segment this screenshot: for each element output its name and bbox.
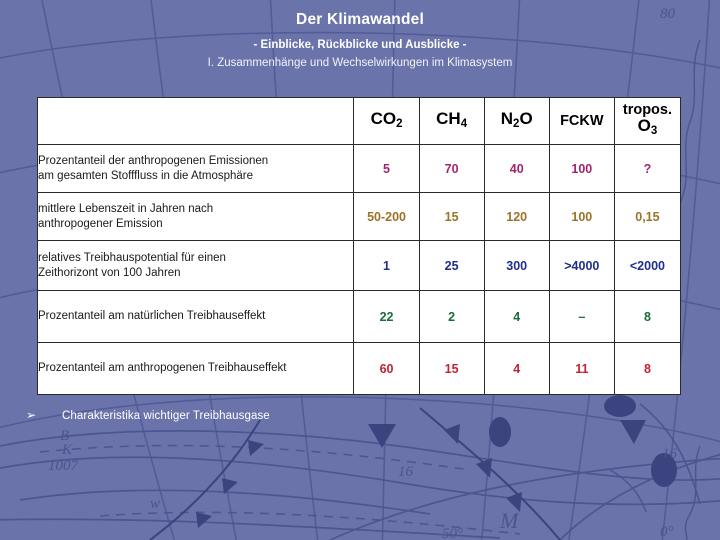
row-label-line-1: mittlere Lebenszeit in Jahren nach (38, 202, 214, 215)
caption: ➢ Charakteristika wichtiger Treibhausgas… (26, 408, 270, 422)
cell-r5-co2: 60 (353, 342, 420, 395)
section-title: I. Zusammenhänge und Wechselwirkungen im… (207, 57, 513, 69)
cell-r3-fckw: >4000 (548, 240, 615, 291)
svg-text:w: w (150, 496, 160, 512)
row-label-line-1: Prozentanteil am natürlichen Treibhausef… (38, 310, 266, 322)
cell-r5-o3: 8 (613, 342, 682, 395)
header-formula-co2: CO (370, 108, 397, 128)
column-header-ch4: CH4 (418, 97, 485, 145)
row-label-anthropogenic-greenhouse-share: Prozentanteil am anthropogenen Treibhaus… (36, 342, 355, 395)
greenhouse-gas-table: CO2 CH4 N2O FCKW tropos. O3 Prozentantei… (36, 97, 682, 395)
table-row: mittlere Lebenszeit in Jahren nach anthr… (36, 192, 682, 241)
svg-text:50°: 50° (442, 526, 463, 540)
cell-r2-co2: 50-200 (353, 192, 420, 241)
title-block: Der Klimawandel - Einblicke, Rückblicke … (0, 10, 720, 72)
cell-r4-ch4: 2 (418, 290, 485, 343)
row-label-relative-gwp: relatives Treibhauspotential für einen Z… (36, 240, 355, 291)
svg-text:16: 16 (662, 446, 678, 462)
cell-r1-co2: 5 (353, 144, 420, 193)
cell-r2-fckw: 100 (548, 192, 615, 241)
cell-r3-ch4: 25 (418, 240, 485, 291)
cell-r5-n2o: 4 (483, 342, 550, 395)
row-label-natural-greenhouse-share: Prozentanteil am natürlichen Treibhausef… (36, 290, 355, 343)
row-label-mean-lifetime: mittlere Lebenszeit in Jahren nach anthr… (36, 192, 355, 241)
cell-r4-fckw: – (548, 290, 615, 343)
header-formula-ch4: CH (436, 108, 461, 128)
row-label-line-2: am gesamten Stofffluss in die Atmosphäre (38, 169, 254, 182)
table-row: relatives Treibhauspotential für einen Z… (36, 240, 682, 291)
cell-r1-ch4: 70 (418, 144, 485, 193)
cell-r4-n2o: 4 (483, 290, 550, 343)
row-label-line-2: anthropogener Emission (38, 217, 163, 230)
column-header-n2o: N2O (483, 97, 550, 145)
svg-text:16: 16 (398, 464, 414, 480)
header-subscript-o3: 3 (650, 125, 658, 137)
column-header-co2: CO2 (353, 97, 420, 145)
row-label-line-1: relatives Treibhauspotential für einen (38, 251, 226, 264)
column-header-tropos-o3: tropos. O3 (613, 97, 682, 145)
header-subscript-co2: 2 (396, 117, 403, 130)
table-row: Prozentanteil am anthropogenen Treibhaus… (36, 342, 682, 395)
svg-text:K: K (61, 442, 73, 458)
header-formula-fckw: FCKW (560, 113, 604, 129)
cell-r3-o3: <2000 (613, 240, 682, 291)
row-label-line-1: Prozentanteil am anthropogenen Treibhaus… (38, 362, 287, 374)
cell-r5-fckw: 11 (548, 342, 615, 395)
table-corner-cell (36, 97, 355, 145)
cell-r2-ch4: 15 (418, 192, 485, 241)
svg-text:1007: 1007 (48, 458, 80, 474)
column-header-fckw: FCKW (548, 97, 615, 145)
table-header-row: CO2 CH4 N2O FCKW tropos. O3 (36, 97, 682, 145)
row-label-anthropogenic-emission-share: Prozentanteil der anthropogenen Emission… (36, 144, 355, 193)
header-suffix-o3: O (637, 116, 651, 135)
slide-canvas: B K 1007 16 16 0° 50° M w 80 Der Klimawa… (0, 0, 720, 540)
table-row: Prozentanteil am natürlichen Treibhausef… (36, 290, 682, 343)
arrow-bullet-icon: ➢ (26, 408, 37, 422)
cell-r2-o3: 0,15 (613, 192, 682, 241)
row-label-line-1: Prozentanteil der anthropogenen Emission… (38, 154, 269, 167)
page-subtitle: - Einblicke, Rückblicke und Ausblicke - (253, 39, 467, 51)
cell-r3-n2o: 300 (483, 240, 550, 291)
cell-r2-n2o: 120 (483, 192, 550, 241)
header-suffix-n2o: O (519, 108, 533, 128)
page-title: Der Klimawandel (296, 11, 424, 28)
svg-text:M: M (499, 508, 520, 533)
header-formula-n2o: N (500, 108, 514, 128)
cell-r5-ch4: 15 (418, 342, 485, 395)
row-label-line-2: Zeithorizont von 100 Jahren (38, 266, 181, 279)
cell-r1-n2o: 40 (483, 144, 550, 193)
cell-r1-o3: ? (613, 144, 682, 193)
cell-r4-co2: 22 (353, 290, 420, 343)
table-row: Prozentanteil der anthropogenen Emission… (36, 144, 682, 193)
cell-r3-co2: 1 (353, 240, 420, 291)
caption-text: Charakteristika wichtiger Treibhausgase (62, 410, 270, 422)
svg-text:0°: 0° (660, 524, 674, 540)
header-subscript-ch4: 4 (460, 117, 468, 130)
cell-r4-o3: 8 (613, 290, 682, 343)
cell-r1-fckw: 100 (548, 144, 615, 193)
